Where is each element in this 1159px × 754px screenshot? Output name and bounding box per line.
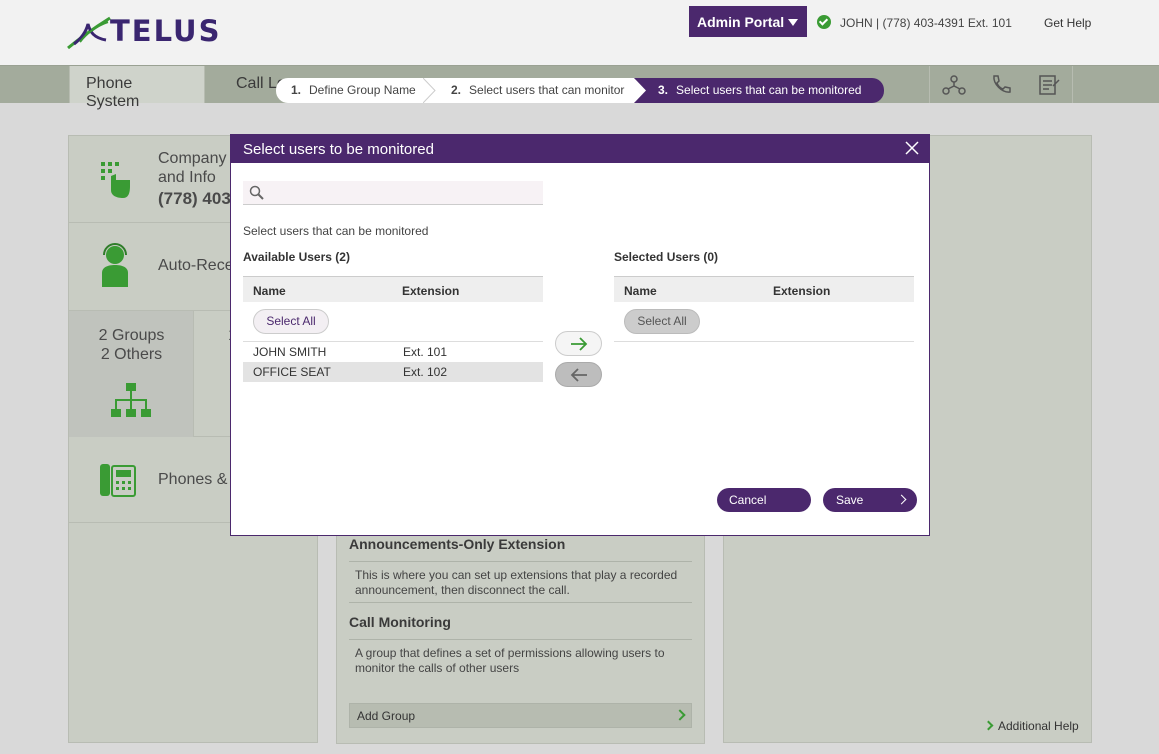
company-subtitle: and Info (158, 169, 216, 186)
remove-selected-button[interactable] (555, 362, 602, 387)
telus-logo[interactable]: TELUS (66, 12, 256, 52)
groups-count: 2 Groups (98, 327, 165, 344)
add-selected-button[interactable] (555, 331, 602, 356)
company-title: Company (158, 150, 227, 167)
select-monitored-users-dialog: Select users to be monitored Select user… (230, 134, 930, 536)
chevron-right-icon (896, 494, 907, 505)
additional-help-link[interactable]: Additional Help (983, 719, 1079, 733)
close-icon[interactable] (905, 141, 919, 155)
available-users-title: Available Users (2) (243, 250, 350, 264)
selected-select-all-button[interactable]: Select All (624, 309, 700, 334)
logo-wordmark: TELUS (110, 14, 222, 48)
step-number: 1. (291, 83, 302, 97)
org-chart-button[interactable] (929, 66, 977, 103)
keypad-hand-icon (101, 162, 130, 198)
available-users-list: Name Extension Select All JOHN SMITH Ext… (243, 276, 543, 386)
add-group-button[interactable]: Add Group (349, 703, 692, 728)
chevron-right-icon (674, 709, 686, 721)
caret-down-icon (788, 19, 798, 26)
announcements-title: Announcements-Only Extension (349, 536, 566, 552)
save-button[interactable]: Save (823, 488, 917, 512)
step-label: Select users that can monitor (469, 83, 625, 97)
column-name[interactable]: Name (253, 284, 286, 298)
receptionist-headset-icon (102, 243, 128, 287)
search-input[interactable] (269, 183, 539, 203)
user-row-office-seat[interactable]: OFFICE SEAT Ext. 102 (243, 362, 543, 382)
divider (614, 341, 914, 342)
arrow-right-icon (571, 337, 588, 351)
step-chevron-icon (423, 78, 436, 103)
user-name: OFFICE SEAT (253, 365, 331, 379)
tab-phone-system[interactable]: Phone System (69, 66, 205, 110)
top-header: TELUS Admin Portal JOHN | (778) 403-4391… (0, 0, 1159, 65)
group-types-panel: Announcements-Only Extension This is whe… (336, 520, 705, 744)
search-icon (249, 185, 264, 200)
step-label: Select users that can be monitored (676, 83, 862, 97)
groups-tile[interactable]: 2 Groups 2 Others (69, 311, 194, 437)
step-select-monitors[interactable]: 2. Select users that can monitor (431, 78, 641, 103)
step-number: 2. (451, 83, 462, 97)
phone-button[interactable] (977, 66, 1025, 103)
phone-icon (993, 75, 1011, 93)
user-name: JOHN SMITH (253, 345, 327, 359)
search-box[interactable] (243, 181, 543, 205)
available-select-all-button[interactable]: Select All (253, 309, 329, 334)
add-group-label: Add Group (357, 709, 416, 723)
call-monitoring-title: Call Monitoring (349, 614, 451, 630)
dialog-title: Select users to be monitored (231, 135, 929, 163)
instructions-text: Select users that can be monitored (243, 224, 429, 238)
org-chart-icon (942, 75, 966, 95)
auto-receptionist-label: Auto-Rece (158, 257, 234, 274)
notes-button[interactable] (1025, 66, 1073, 103)
divider (349, 602, 692, 603)
selected-users-title: Selected Users (0) (614, 250, 719, 264)
save-label: Save (836, 493, 864, 507)
user-row-john-smith[interactable]: JOHN SMITH Ext. 101 (243, 342, 543, 362)
user-extension: Ext. 102 (403, 365, 448, 379)
get-help-link[interactable]: Get Help (1044, 16, 1091, 30)
desk-phone-icon (100, 464, 136, 497)
user-extension: Ext. 101 (403, 345, 448, 359)
divider (349, 639, 692, 640)
arrow-left-icon (570, 368, 587, 382)
divider (349, 561, 692, 562)
selected-list-header: Name Extension (614, 276, 914, 302)
telus-leaf-icon (67, 16, 111, 50)
admin-portal-dropdown[interactable]: Admin Portal (689, 6, 807, 37)
announcements-desc: This is where you can set up extensions … (355, 568, 678, 597)
step-label: Define Group Name (309, 83, 416, 97)
step-number: 3. (658, 83, 669, 97)
column-name[interactable]: Name (624, 284, 657, 298)
online-check-icon (817, 15, 831, 29)
available-list-header: Name Extension (243, 276, 543, 302)
phones-label: Phones & (158, 471, 228, 488)
company-phone: (778) 403 (158, 189, 231, 208)
others-count: 2 Others (100, 346, 163, 363)
call-monitoring-desc: A group that defines a set of permission… (355, 646, 665, 675)
selected-users-list: Name Extension Select All (614, 276, 914, 346)
user-info: JOHN | (778) 403-4391 Ext. 101 (840, 16, 1012, 30)
step-select-monitored[interactable]: 3. Select users that can be monitored (634, 78, 884, 103)
notes-icon (1039, 75, 1060, 95)
step-define-group-name[interactable]: 1. Define Group Name (276, 78, 436, 103)
admin-portal-label: Admin Portal (697, 14, 785, 30)
cancel-button[interactable]: Cancel (717, 488, 811, 512)
org-hierarchy-icon (111, 383, 151, 417)
additional-help-label: Additional Help (998, 719, 1079, 733)
column-extension[interactable]: Extension (402, 284, 459, 298)
column-extension[interactable]: Extension (773, 284, 830, 298)
step-chevron-icon (634, 78, 646, 103)
